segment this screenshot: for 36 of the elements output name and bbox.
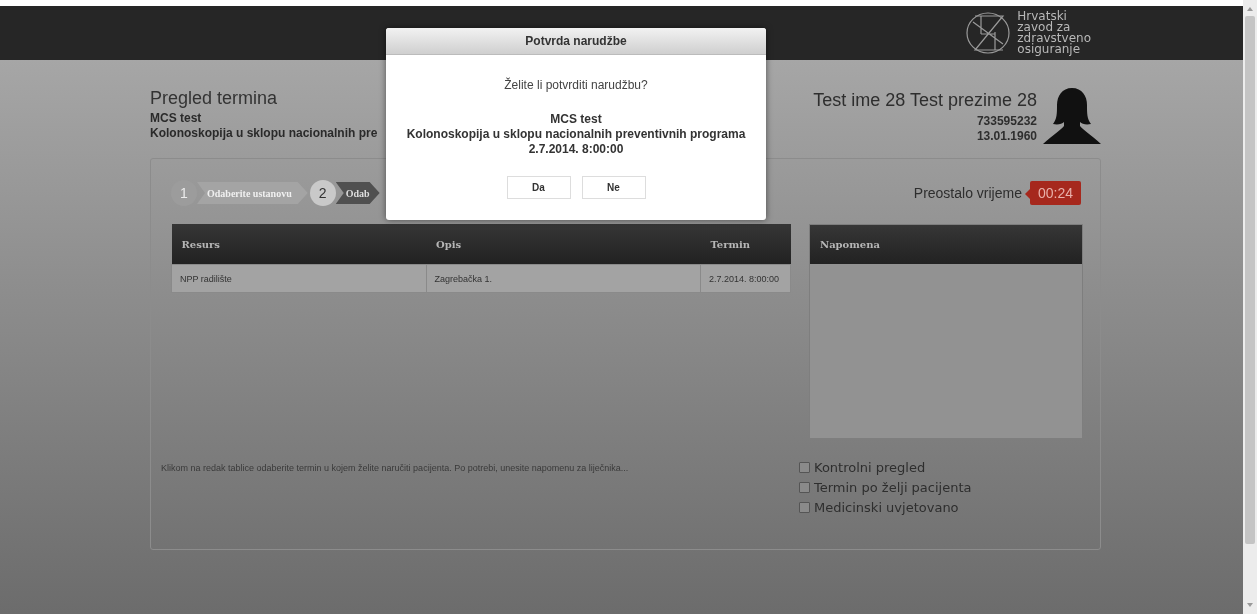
service-name: Kolonoskopija u sklopu nacionalnih pre — [150, 126, 378, 141]
logo-text: zdravstveno — [1017, 33, 1091, 44]
table-cell[interactable]: 2.7.2014. 8:00:00 — [700, 264, 791, 293]
column-header: Resurs — [171, 224, 427, 265]
checkbox[interactable] — [799, 502, 810, 513]
confirm-button[interactable]: Da — [506, 176, 571, 199]
patient-name: Test ime 28 Test prezime 28 — [813, 90, 1037, 111]
table-cell[interactable]: NPP radilište — [171, 264, 427, 293]
booking-detail: MCS test — [550, 112, 602, 127]
dialog-title: Potvrda narudžbe — [386, 28, 766, 55]
patient-id: 733595232 — [976, 114, 1037, 129]
step-number: 1 — [171, 180, 197, 206]
checkbox[interactable] — [799, 482, 810, 493]
checkbox-label: Kontrolni pregled — [814, 460, 926, 475]
checkbox-label: Medicinski uvjetovano — [814, 500, 959, 515]
timer-label: Preostalo vrijeme — [913, 185, 1022, 201]
step-number: 2 — [309, 180, 336, 206]
avatar-icon — [1043, 88, 1101, 144]
checkbox-label: Termin po želji pacijenta — [814, 480, 972, 495]
checkbox[interactable] — [799, 462, 810, 473]
column-header: Opis — [426, 224, 701, 265]
booking-detail: Kolonoskopija u sklopu nacionalnih preventivnih programa — [406, 127, 746, 142]
birth-date: 13.01.1960 — [976, 129, 1037, 144]
logo-text: osiguranje — [1017, 44, 1081, 55]
column-header: Termin — [700, 224, 791, 265]
booking-detail: 2.7.2014. 8:00:00 — [528, 142, 624, 157]
note-field[interactable]: Napomena — [809, 224, 1083, 439]
logo-text: Hrvatski — [1017, 11, 1068, 22]
cancel-button[interactable]: Ne — [581, 176, 646, 199]
logo-text: zavod za — [1017, 22, 1071, 33]
page-title: Pregled termina — [150, 88, 279, 109]
table-cell[interactable]: Zagrebačka 1. — [426, 264, 701, 293]
program-name: MCS test — [150, 111, 203, 126]
logo-icon — [965, 10, 1012, 56]
dialog-question: Želite li potvrditi narudžbu? — [504, 78, 648, 92]
step-tab[interactable]: Odab — [335, 182, 380, 204]
